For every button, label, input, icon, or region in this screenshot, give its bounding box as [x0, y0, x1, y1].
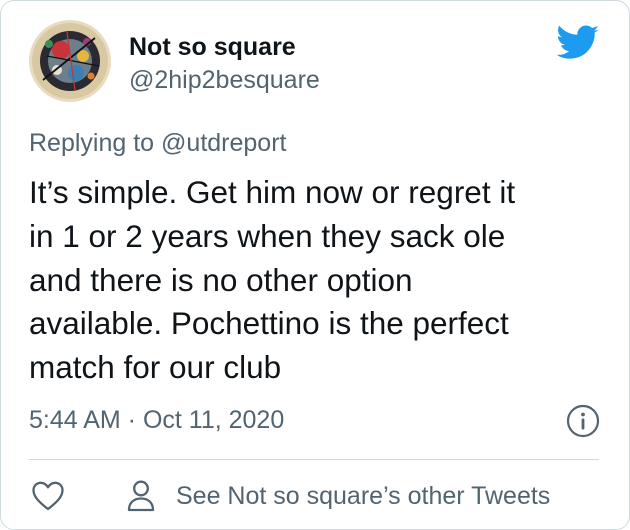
- replying-to-prefix: Replying to: [29, 129, 162, 157]
- see-other-tweets-label: See Not so square’s other Tweets: [176, 482, 551, 510]
- divider: [29, 459, 599, 460]
- person-icon: [126, 479, 156, 513]
- see-other-tweets-button[interactable]: See Not so square’s other Tweets: [126, 476, 550, 516]
- replying-to: Replying to @utdreport: [29, 128, 286, 158]
- tweet-timestamp[interactable]: 5:44 AM · Oct 11, 2020: [29, 405, 284, 435]
- author-handle[interactable]: @2hip2besquare: [129, 65, 320, 95]
- replying-to-mention[interactable]: @utdreport: [161, 129, 286, 157]
- tweet-text: It’s simple. Get him now or regret it in…: [29, 174, 516, 386]
- author-name[interactable]: Not so square: [129, 32, 296, 62]
- avatar[interactable]: [29, 20, 111, 102]
- heart-icon[interactable]: [31, 480, 65, 512]
- tweet-card: Not so square @2hip2besquare Replying to…: [0, 0, 630, 530]
- twitter-bird-icon[interactable]: [556, 25, 600, 61]
- info-icon[interactable]: [566, 404, 600, 438]
